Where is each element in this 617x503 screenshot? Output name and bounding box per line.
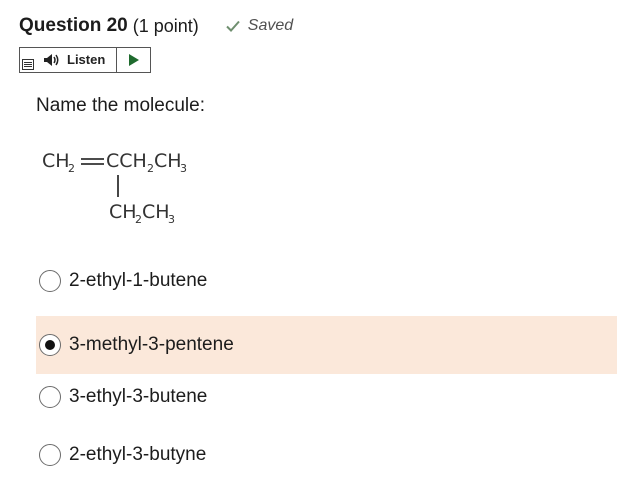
answer-option-4[interactable]: 2-ethyl-3-butyne [36,426,617,484]
mol-sub-1: 2 [68,162,75,175]
saved-label: Saved [247,17,294,34]
mol-sub-5: 3 [168,213,175,226]
radio-button[interactable] [39,270,61,292]
question-header: Question 20 (1 point) Saved [19,13,293,39]
saved-status: Saved [225,17,293,35]
question-points: (1 point) [132,15,199,36]
option-label: 2-ethyl-1-butene [69,270,208,291]
radio-dot [45,340,55,350]
option-label: 2-ethyl-3-butyne [69,444,207,465]
play-button[interactable] [117,48,150,72]
radio-button[interactable] [39,444,61,466]
option-label: 3-ethyl-3-butene [69,386,208,407]
play-icon [128,54,139,66]
mol-ch-3: CH [109,201,137,223]
radio-button-selected[interactable] [39,334,61,356]
checkmark-icon [226,20,240,32]
answer-option-3[interactable]: 3-ethyl-3-butene [36,368,617,426]
mol-cch: CCH [106,150,147,172]
mol-sub-4: 2 [135,213,142,226]
question-prompt: Name the molecule: [36,95,205,116]
speaker-icon [44,54,59,66]
mol-ch-2: CH [154,150,182,172]
mol-ch-4: CH [142,201,170,223]
menu-icon[interactable] [22,59,34,70]
listen-label: Listen [67,52,106,67]
question-title: Question 20 [19,15,128,36]
molecule-structure: CH 2 CCH 2 CH 3 CH 2 CH 3 [42,150,187,226]
mol-sub-3: 3 [180,162,187,175]
listen-button[interactable]: Listen [20,48,117,72]
answer-option-1[interactable]: 2-ethyl-1-butene [36,252,617,310]
mol-sub-2: 2 [147,162,154,175]
option-label: 3-methyl-3-pentene [69,334,234,355]
mol-ch-1: CH [42,150,70,172]
listen-widget: Listen [19,47,151,73]
answer-option-2[interactable]: 3-methyl-3-pentene [36,316,617,374]
radio-button[interactable] [39,386,61,408]
